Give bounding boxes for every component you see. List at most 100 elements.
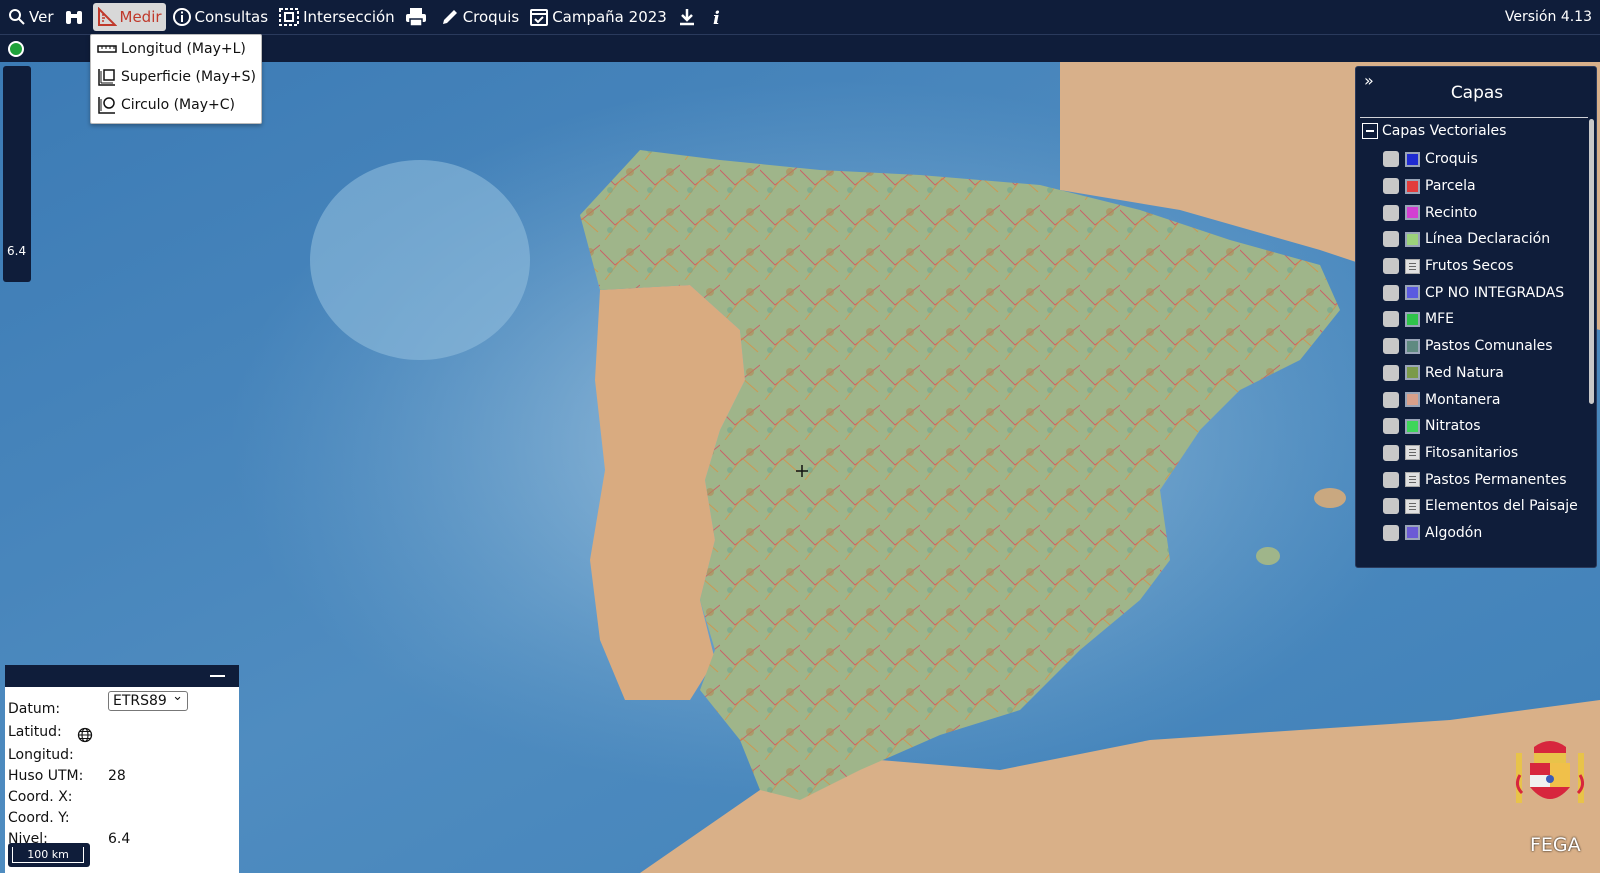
menu-item-label: Superficie (May+S): [121, 69, 256, 85]
campana-button[interactable]: Campaña 2023: [525, 3, 671, 31]
measure-menu: Longitud (May+L) Superficie (May+S) Circ…: [90, 34, 262, 124]
layer-label: Montanera: [1425, 391, 1501, 408]
layer-item[interactable]: Línea Declaración: [1383, 226, 1578, 253]
layer-checkbox[interactable]: [1383, 364, 1399, 381]
fega-brand: FEGA: [1530, 834, 1581, 856]
coordinates-panel: Datum: ETRS89 Latitud: Longitud: Huso UT…: [5, 665, 239, 873]
datum-select[interactable]: ETRS89: [108, 688, 188, 711]
layer-color-swatch: [1405, 525, 1420, 541]
medir-label: Medir: [119, 8, 162, 26]
zoom-slider[interactable]: 6.4: [3, 66, 31, 282]
layer-list: Croquis Parcela Recinto Línea Declaración Fr…: [1383, 146, 1578, 546]
layer-item[interactable]: Nitratos: [1383, 413, 1578, 440]
layer-color-swatch: [1405, 338, 1420, 354]
menu-item-label: Circulo (May+C): [121, 97, 235, 113]
download-button[interactable]: [673, 3, 704, 31]
layer-label: MFE: [1425, 311, 1454, 328]
huso-value: 28: [108, 768, 126, 784]
layer-item[interactable]: Frutos Secos: [1383, 253, 1578, 280]
layer-item[interactable]: Montanera: [1383, 386, 1578, 413]
layer-color-swatch: [1405, 392, 1420, 408]
info-icon: [172, 8, 191, 26]
layer-group-label: Capas Vectoriales: [1382, 123, 1507, 139]
datum-label: Datum:: [8, 701, 61, 717]
layer-checkbox[interactable]: [1383, 471, 1399, 488]
layer-color-swatch: [1405, 418, 1420, 434]
print-button[interactable]: [401, 3, 434, 31]
layer-checkbox[interactable]: [1383, 524, 1399, 541]
croquis-button[interactable]: Croquis: [436, 3, 524, 31]
layer-item[interactable]: MFE: [1383, 306, 1578, 333]
calendar-check-icon: [530, 9, 549, 26]
layer-checkbox[interactable]: [1383, 498, 1399, 515]
layer-label: Pastos Comunales: [1425, 338, 1553, 355]
layer-label: Parcela: [1425, 178, 1476, 195]
layer-label: Pastos Permanentes: [1425, 471, 1567, 488]
interseccion-label: Intersección: [303, 8, 395, 26]
ver-label: Ver: [29, 8, 54, 26]
search-icon: [9, 9, 25, 25]
layer-checkbox[interactable]: [1383, 444, 1399, 461]
layer-label: Red Natura: [1425, 364, 1504, 381]
svg-text:i: i: [713, 8, 720, 27]
layer-checkbox[interactable]: [1383, 338, 1399, 355]
layer-checkbox[interactable]: [1383, 418, 1399, 435]
menu-item-longitud[interactable]: Longitud (May+L): [91, 35, 261, 63]
layer-checkbox[interactable]: [1383, 284, 1399, 301]
layer-item[interactable]: Elementos del Paisaje: [1383, 493, 1578, 520]
about-button[interactable]: i: [706, 3, 731, 31]
layer-label: Croquis: [1425, 151, 1478, 168]
layer-color-swatch: [1405, 151, 1420, 167]
ruler-line-icon: [97, 45, 117, 53]
coord-y-label: Coord. Y:: [8, 810, 70, 826]
italic-info-icon: i: [713, 8, 720, 27]
layer-color-swatch: [1405, 178, 1420, 194]
list-legend-icon: [1405, 445, 1420, 461]
layer-item[interactable]: Algodón: [1383, 520, 1578, 547]
download-icon: [679, 9, 694, 26]
layer-group-vectoriales[interactable]: Capas Vectoriales: [1362, 123, 1506, 139]
ver-button[interactable]: Ver: [4, 3, 58, 31]
layer-checkbox[interactable]: [1383, 258, 1399, 275]
divider: [1360, 117, 1588, 118]
layer-checkbox[interactable]: [1383, 178, 1399, 195]
layer-color-swatch: [1405, 285, 1420, 301]
layer-checkbox[interactable]: [1383, 311, 1399, 328]
layer-checkbox[interactable]: [1383, 151, 1399, 168]
minimize-icon[interactable]: [210, 675, 225, 677]
layer-item[interactable]: Pastos Permanentes: [1383, 466, 1578, 493]
layer-label: Recinto: [1425, 204, 1478, 221]
layer-item[interactable]: CP NO INTEGRADAS: [1383, 279, 1578, 306]
binoculars-button[interactable]: [60, 3, 91, 31]
layer-item[interactable]: Croquis: [1383, 146, 1578, 173]
medir-button[interactable]: Medir: [92, 3, 166, 31]
globe-icon[interactable]: [77, 727, 93, 743]
list-legend-icon: [1405, 472, 1420, 488]
layer-item[interactable]: Fitosanitarios: [1383, 440, 1578, 467]
campana-label: Campaña 2023: [552, 8, 667, 26]
interseccion-button[interactable]: Intersección: [274, 3, 399, 31]
layer-checkbox[interactable]: [1383, 391, 1399, 408]
consultas-button[interactable]: Consultas: [168, 3, 273, 31]
intersection-icon: [279, 8, 300, 26]
menu-item-circulo[interactable]: Circulo (May+C): [91, 91, 261, 119]
layer-checkbox[interactable]: [1383, 231, 1399, 248]
layer-item[interactable]: Recinto: [1383, 199, 1578, 226]
layers-panel: » Capas Capas Vectoriales Croquis Parcela…: [1355, 66, 1597, 568]
croquis-label: Croquis: [462, 8, 520, 26]
pencil-icon: [442, 10, 457, 24]
layer-item[interactable]: Parcela: [1383, 173, 1578, 200]
layer-label: CP NO INTEGRADAS: [1425, 284, 1565, 301]
layer-checkbox[interactable]: [1383, 204, 1399, 221]
menu-item-label: Longitud (May+L): [121, 41, 246, 57]
layers-scrollbar[interactable]: [1589, 119, 1594, 404]
print-icon: [405, 8, 426, 27]
layer-item[interactable]: Red Natura: [1383, 360, 1578, 387]
nivel-value: 6.4: [108, 831, 131, 847]
coat-of-arms-logo: [1515, 741, 1585, 803]
menu-item-superficie[interactable]: Superficie (May+S): [91, 63, 261, 91]
layer-item[interactable]: Pastos Comunales: [1383, 333, 1578, 360]
collapse-group-icon[interactable]: [1362, 123, 1378, 139]
consultas-label: Consultas: [194, 8, 269, 26]
longitude-label: Longitud:: [8, 747, 74, 763]
